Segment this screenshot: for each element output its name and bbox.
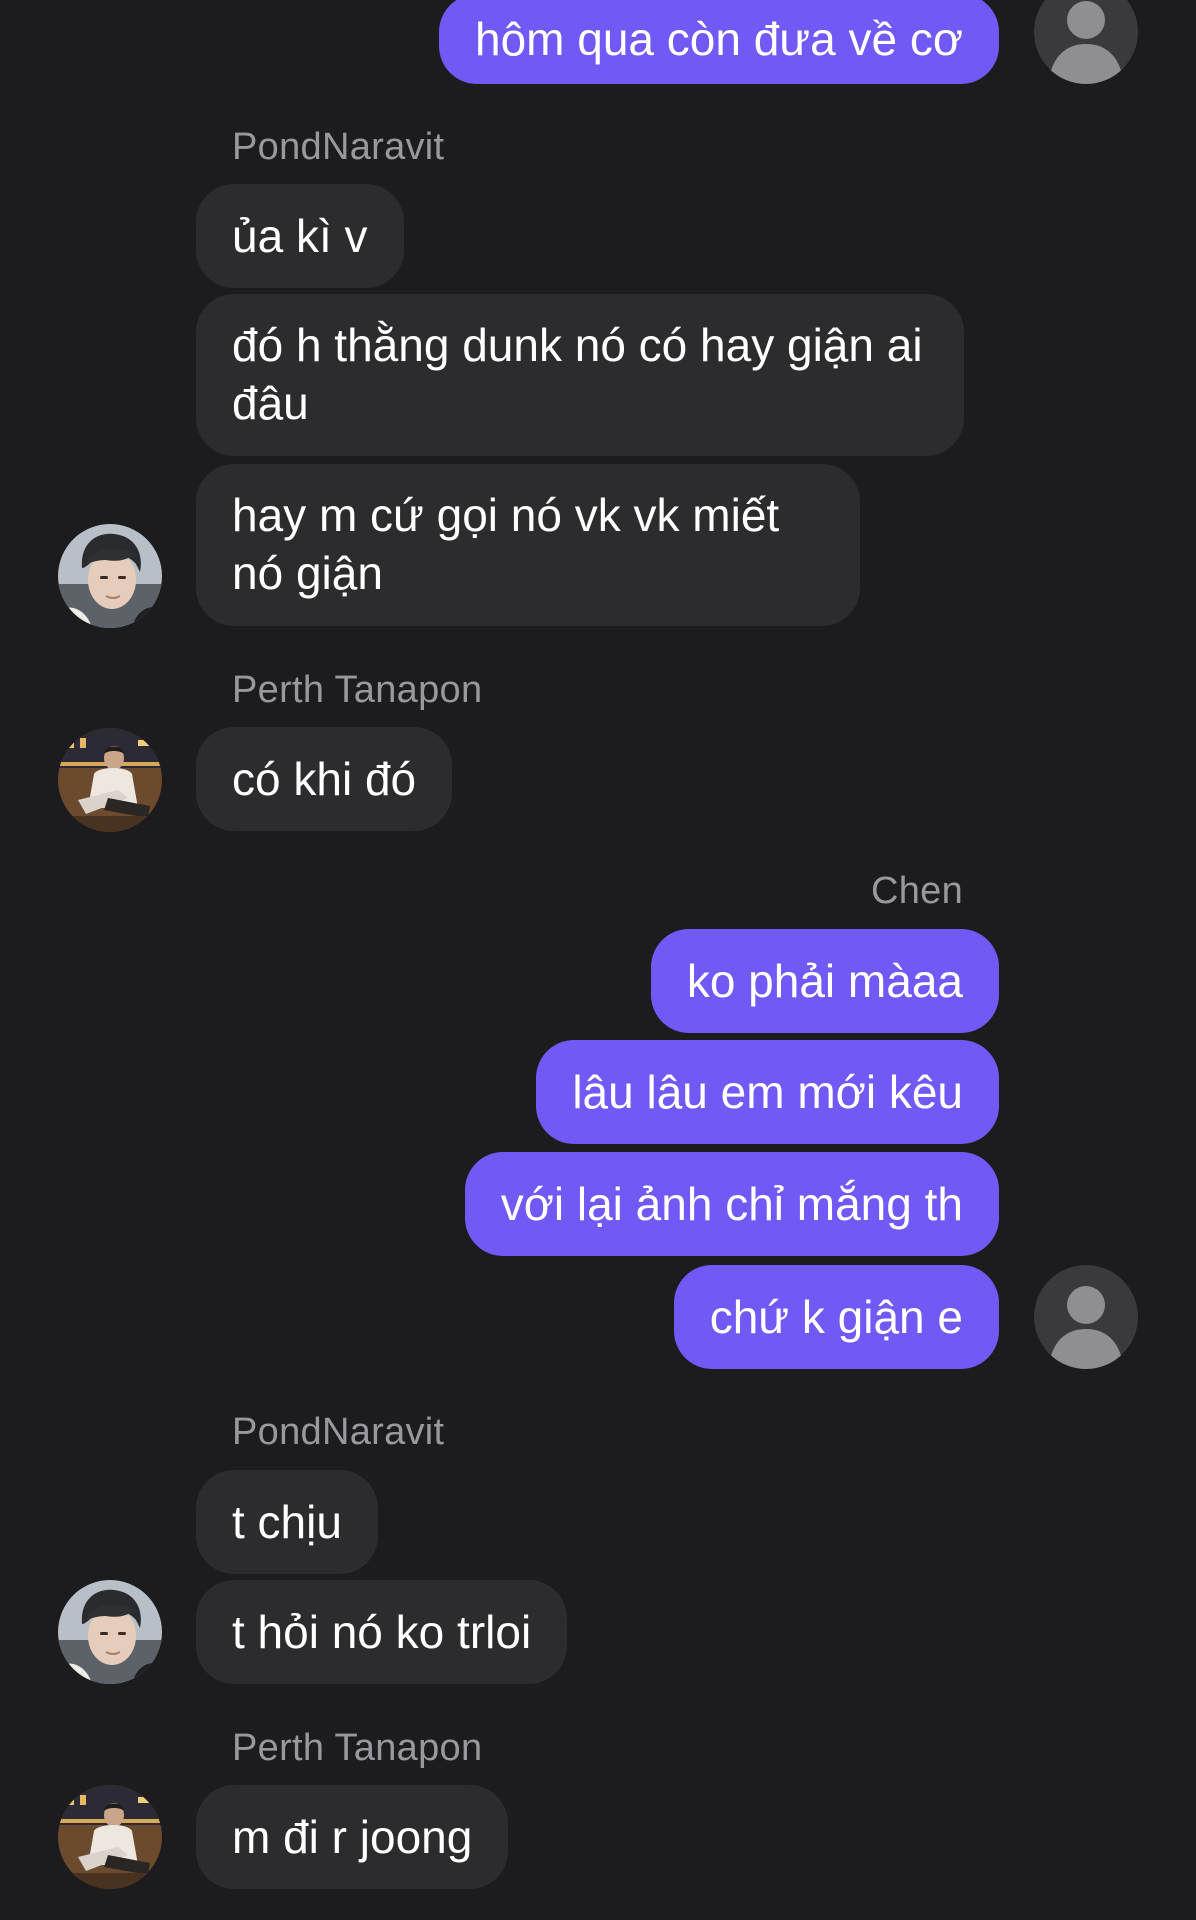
message-text: với lại ảnh chỉ mắng th [500,1178,963,1230]
message-text: lâu lâu em mới kêu [572,1066,963,1118]
self-avatar[interactable] [1034,1265,1138,1369]
message-bubble-incoming[interactable]: có khi đó [196,727,453,831]
perth-photo [58,1785,162,1889]
message-text: hôm qua còn đưa về cơ [474,13,963,65]
sender-name: Perth Tanapon [232,1727,483,1769]
message-text: ủa kì v [232,210,368,262]
pond-avatar[interactable] [58,524,162,628]
message-bubble-incoming[interactable]: t hỏi nó ko trloi [196,1580,568,1684]
self-avatar[interactable] [1034,0,1138,84]
perth-avatar[interactable] [58,728,162,832]
perth-avatar[interactable] [58,1785,162,1889]
message-bubble-incoming[interactable]: m đi r joong [196,1785,509,1889]
default-user-icon [1034,1265,1138,1369]
message-bubble-outgoing[interactable]: với lại ảnh chỉ mắng th [464,1152,999,1256]
pond-photo [58,524,162,628]
message-bubble-outgoing[interactable]: lâu lâu em mới kêu [536,1040,999,1144]
message-bubble-incoming[interactable]: ủa kì v [196,184,404,288]
message-bubble-incoming[interactable]: t chịu [196,1470,378,1574]
message-text: chứ k giận e [709,1291,963,1343]
message-bubble-incoming[interactable]: hay m cứ gọi nó vk vk miết nó giận [196,464,860,626]
sender-name: Chen [870,870,963,912]
sender-name: PondNaravit [232,1411,445,1453]
message-text: ko phải màaa [686,955,963,1007]
message-text: đó h thằng dunk nó có hay giận ai đâu [232,319,923,429]
message-text: m đi r joong [232,1811,473,1863]
message-text: t chịu [232,1496,342,1548]
message-text: t hỏi nó ko trloi [232,1606,532,1658]
pond-photo [58,1580,162,1684]
default-user-icon [1034,0,1138,84]
pond-avatar[interactable] [58,1580,162,1684]
message-text: hay m cứ gọi nó vk vk miết nó giận [232,489,780,599]
message-bubble-outgoing[interactable]: hôm qua còn đưa về cơ [438,0,999,84]
message-bubble-outgoing[interactable]: chứ k giận e [673,1265,999,1369]
perth-photo [58,728,162,832]
sender-name: Perth Tanapon [232,669,483,711]
message-bubble-incoming[interactable]: đó h thằng dunk nó có hay giận ai đâu [196,294,964,456]
message-bubble-outgoing[interactable]: ko phải màaa [650,929,999,1033]
sender-name: PondNaravit [232,126,445,168]
message-text: có khi đó [232,753,417,805]
